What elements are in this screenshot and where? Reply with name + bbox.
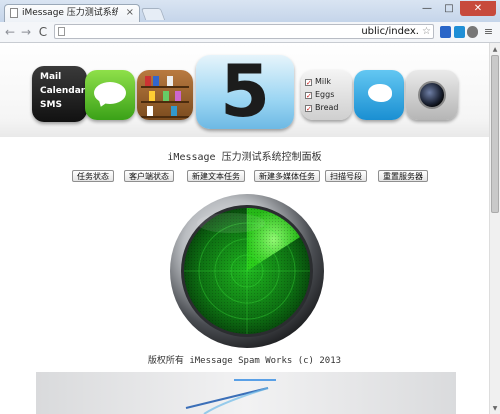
camera-lens-icon	[418, 81, 446, 109]
book	[167, 76, 173, 86]
book	[175, 91, 181, 101]
twitter-app-icon	[354, 70, 404, 120]
book	[153, 76, 159, 86]
address-url: ublic/index.	[361, 26, 419, 37]
panel-title: iMessage 压力测试系统控制面板	[167, 152, 322, 163]
browser-tab[interactable]: iMessage 压力测试系统控制 ×	[4, 4, 140, 22]
reminder-item: Milk	[315, 77, 331, 86]
menu-icon[interactable]: ≡	[483, 26, 494, 37]
reminders-app-icon: ✓ Milk ✓ Eggs ✓ Bread	[301, 70, 352, 120]
calendar-label: Calendar	[40, 86, 86, 96]
checkbox-icon: ✓	[305, 79, 312, 87]
bird-icon	[368, 84, 392, 102]
extension-icon[interactable]	[440, 26, 451, 38]
radar-display	[169, 193, 325, 349]
maximize-button[interactable]: □	[438, 1, 460, 16]
new-text-task-button[interactable]: 新建文本任务	[187, 170, 245, 182]
radar-svg	[170, 194, 324, 348]
tab-title: iMessage 压力测试系统控制	[22, 8, 118, 18]
close-window-button[interactable]: ✕	[460, 1, 496, 16]
ios7-swoosh	[185, 379, 276, 414]
scroll-down-arrow-icon[interactable]: ▼	[490, 403, 500, 413]
task-status-button[interactable]: 任务状态	[72, 170, 114, 182]
reminder-item: Bread	[315, 103, 339, 112]
forward-arrow-icon[interactable]: →	[18, 23, 34, 41]
bookshelf-app-icon	[137, 70, 193, 120]
address-bar[interactable]: ublic/index. ☆	[54, 24, 434, 39]
minimize-button[interactable]: —	[416, 1, 438, 16]
new-tab-button[interactable]	[140, 8, 166, 20]
window-controls: — □ ✕	[416, 1, 496, 17]
mail-app-icon: Mail Calendar SMS	[32, 66, 87, 122]
radar-gloss	[197, 213, 265, 233]
reload-icon[interactable]: C	[35, 23, 51, 41]
ios5-digit: 5	[219, 55, 271, 129]
scan-number-range-button[interactable]: 扫描号段	[325, 170, 367, 182]
scroll-up-arrow-icon[interactable]: ▲	[490, 44, 500, 54]
shelf	[141, 101, 189, 103]
checkbox-icon: ✓	[305, 92, 312, 100]
client-status-button[interactable]: 客户端状态	[124, 170, 174, 182]
shelf	[141, 86, 189, 88]
book	[145, 76, 151, 86]
book	[147, 106, 153, 116]
extension-icon[interactable]	[467, 26, 478, 38]
new-media-task-button[interactable]: 新建多媒体任务	[254, 170, 320, 182]
checkbox-icon: ✓	[305, 105, 312, 113]
book	[171, 106, 177, 116]
reminder-item: Eggs	[315, 90, 335, 99]
bookmark-star-icon[interactable]: ☆	[422, 25, 431, 38]
tab-close-icon[interactable]: ×	[126, 6, 134, 19]
page-icon	[10, 8, 18, 18]
browser-toolbar: ← → C ublic/index. ☆ ≡	[0, 22, 500, 43]
copyright-text: 版权所有 iMessage Spam Works (c) 2013	[147, 356, 342, 366]
page-icon	[58, 27, 65, 36]
vertical-scrollbar[interactable]: ▲ ▼	[489, 43, 500, 414]
browser-titlebar: iMessage 压力测试系统控制 × — □ ✕	[0, 0, 500, 22]
mail-label: Mail	[40, 72, 62, 82]
scroll-thumb[interactable]	[491, 55, 499, 213]
camera-app-icon	[406, 70, 458, 120]
reset-server-button[interactable]: 重置服务器	[378, 170, 428, 182]
back-arrow-icon[interactable]: ←	[2, 23, 18, 41]
control-buttons: 任务状态 客户端状态 新建文本任务 新建多媒体任务 扫描号段 重置服务器	[0, 170, 489, 184]
ios5-logo-icon: 5	[196, 55, 294, 129]
messages-app-icon	[85, 70, 135, 120]
book	[149, 91, 155, 101]
shelf	[141, 116, 189, 118]
ios7-banner-image	[36, 372, 456, 414]
sms-label: SMS	[40, 100, 62, 110]
extension-icon[interactable]	[454, 26, 465, 38]
book	[163, 91, 169, 101]
